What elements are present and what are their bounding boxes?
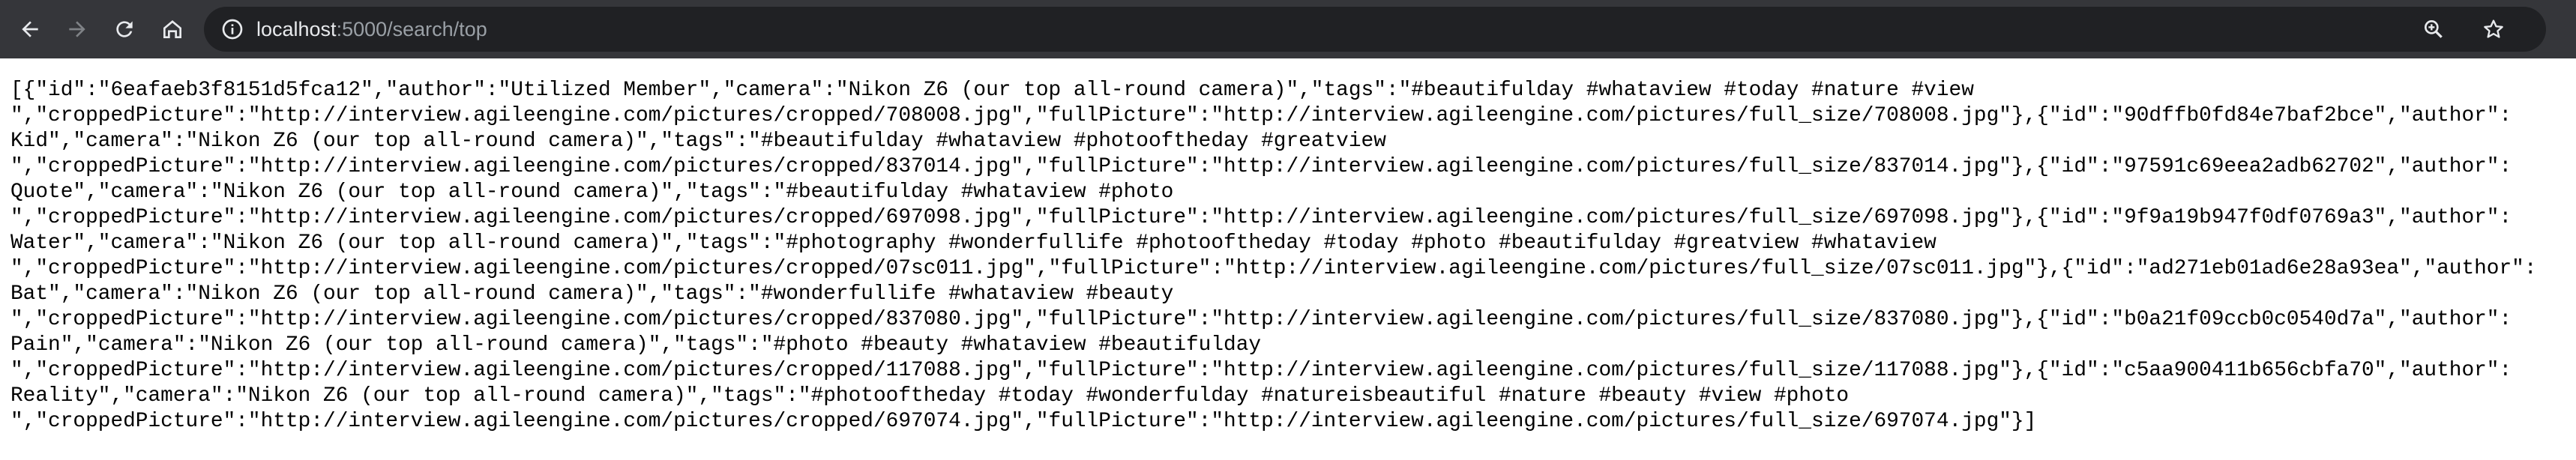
reload-button[interactable] bbox=[106, 10, 143, 48]
json-line: Bat","camera":"Nikon Z6 (our top all-rou… bbox=[10, 282, 1174, 306]
zoom-button[interactable] bbox=[2422, 17, 2446, 41]
json-line: ","croppedPicture":"http://interview.agi… bbox=[10, 206, 2512, 229]
bookmark-button[interactable] bbox=[2482, 17, 2506, 41]
home-icon bbox=[163, 20, 181, 38]
zoom-icon bbox=[2425, 19, 2443, 38]
browser-toolbar: localhost:5000/search/top bbox=[0, 0, 2576, 58]
star-icon bbox=[2484, 19, 2503, 38]
back-button[interactable] bbox=[11, 10, 49, 48]
json-line: Quote","camera":"Nikon Z6 (our top all-r… bbox=[10, 181, 1174, 204]
json-response: [{"id":"6eafaeb3f8151d5fca12","author":"… bbox=[10, 78, 2576, 453]
json-line: ","croppedPicture":"http://interview.agi… bbox=[10, 308, 2512, 331]
json-line: ","croppedPicture":"http://interview.agi… bbox=[10, 155, 2512, 178]
json-line: ","croppedPicture":"http://interview.agi… bbox=[10, 359, 2512, 382]
json-line: Reality","camera":"Nikon Z6 (our top all… bbox=[10, 384, 1850, 408]
json-line: [{"id":"6eafaeb3f8151d5fca12","author":"… bbox=[10, 79, 1974, 102]
info-icon[interactable] bbox=[220, 17, 244, 41]
json-line: ","croppedPicture":"http://interview.agi… bbox=[10, 104, 2512, 127]
forward-button[interactable] bbox=[58, 10, 96, 48]
url-path: :5000/search/top bbox=[336, 18, 487, 40]
json-line: Kid","camera":"Nikon Z6 (our top all-rou… bbox=[10, 130, 1386, 153]
forward-arrow-icon bbox=[69, 21, 85, 37]
url-text[interactable]: localhost:5000/search/top bbox=[256, 16, 487, 42]
url-host: localhost bbox=[256, 18, 337, 40]
json-line: ","croppedPicture":"http://interview.agi… bbox=[10, 257, 2537, 280]
json-line: ","croppedPicture":"http://interview.agi… bbox=[10, 410, 2037, 433]
address-bar[interactable]: localhost:5000/search/top bbox=[204, 7, 2546, 52]
back-arrow-icon bbox=[22, 21, 38, 37]
json-line: Water","camera":"Nikon Z6 (our top all-r… bbox=[10, 231, 1936, 255]
json-line: Pain","camera":"Nikon Z6 (our top all-ro… bbox=[10, 333, 1262, 357]
reload-icon bbox=[116, 21, 133, 37]
home-button[interactable] bbox=[154, 10, 191, 48]
